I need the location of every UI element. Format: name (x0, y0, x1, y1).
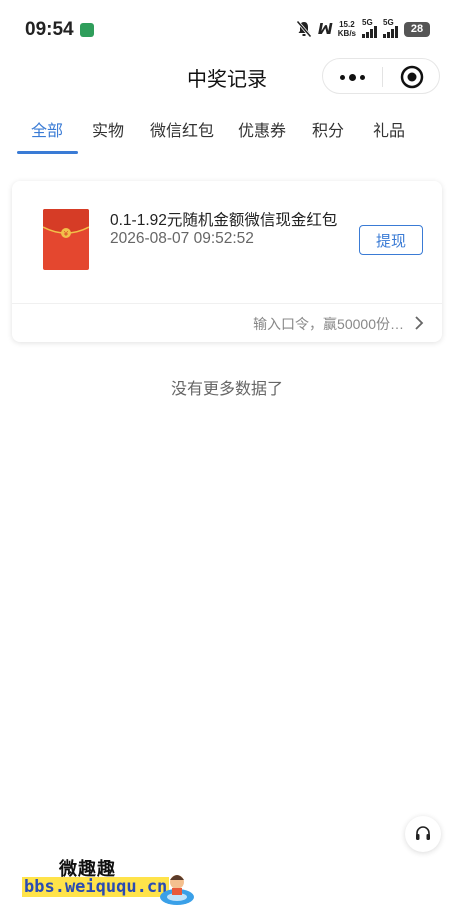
more-dot-icon (349, 73, 356, 81)
more-dot-icon (360, 74, 365, 80)
target-close-icon (400, 65, 424, 89)
signal-2-icon: 5G (383, 18, 398, 38)
title-bar: 中奖记录 (0, 58, 454, 96)
watermark-url: bbs.weiququ.cn (22, 877, 170, 897)
prize-name: 0.1-1.92元随机金额微信现金红包 (110, 212, 338, 229)
tab-wechat-red-packet[interactable]: 微信红包 (150, 117, 214, 141)
app-notification-icon (80, 23, 94, 37)
category-tabs: 全部 实物 微信红包 优惠券 积分 礼品 (0, 108, 454, 156)
net-speed-value: 15.2 (339, 20, 355, 29)
watermark-mascot-icon (160, 875, 194, 905)
tab-all[interactable]: 全部 (31, 117, 63, 141)
tab-gift[interactable]: 礼品 (373, 117, 405, 141)
signal-1-icon: 5G (362, 18, 377, 38)
status-icons: ꟽ 15.2 KB/s 5G 5G 28 (296, 18, 430, 38)
customer-service-button[interactable] (405, 816, 441, 852)
net-speed-unit: KB/s (337, 29, 356, 38)
list-end-text: 没有更多数据了 (170, 381, 283, 398)
tab-coupon[interactable]: 优惠券 (238, 117, 286, 141)
promo-text: 输入口令，赢50000份… (253, 316, 404, 332)
net-speed: 15.2 KB/s (338, 20, 356, 38)
tab-physical[interactable]: 实物 (92, 117, 124, 141)
battery-icon: 28 (404, 21, 430, 37)
status-time: 09:54 (25, 19, 74, 40)
more-dot-icon (340, 74, 345, 80)
signal-2-label: 5G (383, 18, 394, 27)
red-packet-icon: ¥ (43, 209, 89, 270)
tab-points[interactable]: 积分 (312, 117, 344, 141)
more-options-button[interactable] (323, 59, 382, 95)
prize-time: 2026-08-07 09:52:52 (110, 230, 254, 247)
close-miniprogram-button[interactable] (383, 59, 441, 95)
headset-icon (416, 826, 430, 840)
prize-record-card: ¥ 0.1-1.92元随机金额微信现金红包 2026-08-07 09:52:5… (12, 181, 442, 342)
password-promo-link[interactable]: 输入口令，赢50000份… (12, 304, 442, 342)
chevron-right-icon (415, 316, 424, 330)
status-bar: 09:54 ꟽ 15.2 KB/s 5G 5G 28 (0, 0, 454, 58)
mute-bell-icon (296, 20, 312, 38)
watermark: 微趣趣 bbs.weiququ.cn (22, 855, 202, 910)
active-tab-indicator (17, 151, 78, 154)
miniprogram-capsule (322, 58, 440, 94)
withdraw-button[interactable]: 提现 (359, 225, 423, 255)
nfc-icon: ꟽ (317, 21, 333, 38)
signal-1-label: 5G (362, 18, 373, 27)
svg-text:¥: ¥ (64, 230, 69, 238)
